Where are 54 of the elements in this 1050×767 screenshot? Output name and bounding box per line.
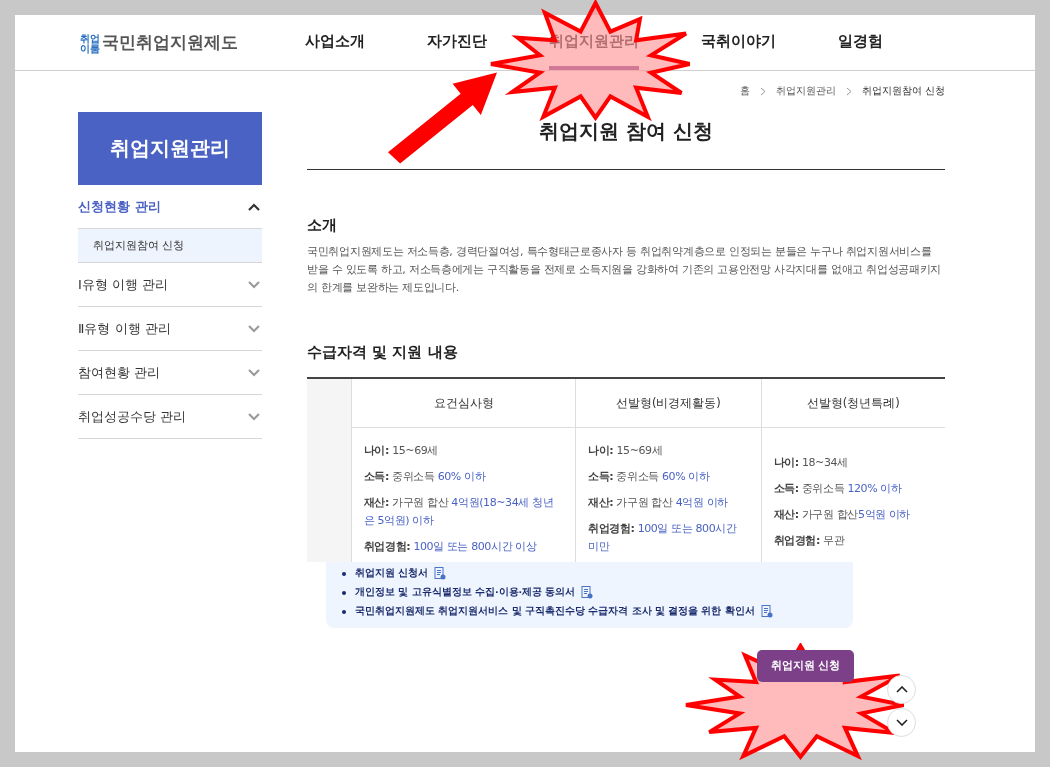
- column-header: 선발형(비경제활동): [576, 379, 761, 428]
- bullet-icon: [342, 609, 346, 614]
- chevron-up-icon: [895, 686, 908, 693]
- condition-text: 나이: 18~34세: [773, 455, 849, 471]
- condition-text: 재산: 가구원 합산 4억원 이하: [588, 495, 729, 511]
- document-link[interactable]: 국민취업지원제도 취업지원서비스 및 구직촉진수당 수급자격 조사 및 결정을 위한 확인서: [355, 605, 755, 618]
- site-logo[interactable]: 국민취업지원제도: [102, 31, 238, 54]
- sidebar-item[interactable]: Ⅰ유형 이행 관리: [78, 263, 262, 307]
- breadcrumb-link[interactable]: 취업지원관리: [775, 84, 836, 98]
- bullet-icon: [342, 571, 346, 576]
- document-icon[interactable]: [581, 586, 594, 599]
- sidebar-item[interactable]: Ⅱ유형 이행 관리: [78, 307, 262, 351]
- sidebar-title: 취업지원관리: [78, 112, 262, 185]
- intro-paragraph: 국민취업지원제도는 저소득층, 경력단절여성, 특수형태근로종사자 등 취업취약계층으로 인정되는 분들은 누구나 취업지원서비스를 받을 수 있도록 하고, 저소득층에게는 구직활동을 전제로 소득지원을 강화하여 기존의 고용안전망 사각지대를 없애고 취업성공패키지의 한계를 보완하는 제도입니다.: [307, 244, 943, 296]
- document-link[interactable]: 개인정보 및 고유식별정보 수집·이용·제공 동의서: [355, 586, 576, 599]
- bullet-icon: [342, 590, 346, 595]
- condition-text: 취업경험: 100일 또는 800시간 미만: [588, 521, 738, 555]
- document-icon[interactable]: [434, 567, 447, 580]
- breadcrumb-link[interactable]: 홈: [739, 84, 750, 98]
- breadcrumb-link[interactable]: 취업지원참여 신청: [861, 84, 945, 98]
- sidebar-item[interactable]: 참여현황 관리: [78, 351, 262, 395]
- chevron-down-icon: [248, 412, 260, 421]
- chevron-down-icon: [248, 368, 260, 377]
- document-icon[interactable]: [760, 605, 773, 618]
- apply-button[interactable]: 취업지원 신청: [757, 650, 854, 682]
- condition-text: 재산: 가구원 합산5억원 이하: [773, 507, 912, 523]
- condition-text: 취업경험: 100일 또는 800시간 이상: [363, 539, 538, 555]
- section-heading: 소개: [307, 216, 338, 235]
- nav-tab[interactable]: 국취이야기: [701, 15, 776, 70]
- sidebar-subitem[interactable]: 취업지원참여 신청: [78, 229, 262, 263]
- scroll-down-button[interactable]: [887, 708, 916, 737]
- chevron-down-icon: [248, 280, 260, 289]
- nav-tab[interactable]: 일경험: [838, 15, 883, 70]
- condition-text: 소득: 중위소득 120% 이하: [773, 481, 903, 497]
- nav-tab[interactable]: 사업소개: [305, 15, 365, 70]
- section-heading: 수급자격 및 지원 내용: [307, 343, 459, 362]
- condition-text: 나이: 15~69세: [588, 443, 664, 459]
- chevron-right-icon: [759, 86, 766, 96]
- logo-mark-text: 취업 이룸: [80, 34, 100, 54]
- document-link[interactable]: 취업지원 신청서: [355, 567, 429, 580]
- condition-text: 소득: 중위소득 60% 이하: [588, 469, 711, 485]
- scroll-up-button[interactable]: [887, 675, 916, 704]
- chevron-right-icon: [845, 86, 852, 96]
- condition-text: 나이: 15~69세: [363, 443, 439, 459]
- sidebar-item[interactable]: 취업성공수당 관리: [78, 395, 262, 439]
- nav-tab[interactable]: 자가진단: [427, 15, 487, 70]
- chevron-up-icon: [248, 202, 260, 211]
- chevron-down-icon: [895, 719, 908, 726]
- condition-text: 재산: 가구원 합산 4억원(18~34세 청년은 5억원) 이하: [363, 495, 555, 529]
- column-header: 요건심사형: [351, 379, 576, 428]
- condition-text: 소득: 중위소득 60% 이하: [363, 469, 487, 485]
- chevron-down-icon: [248, 324, 260, 333]
- condition-text: 취업경험: 무관: [773, 533, 846, 549]
- column-header: 선발형(청년특례): [761, 379, 945, 428]
